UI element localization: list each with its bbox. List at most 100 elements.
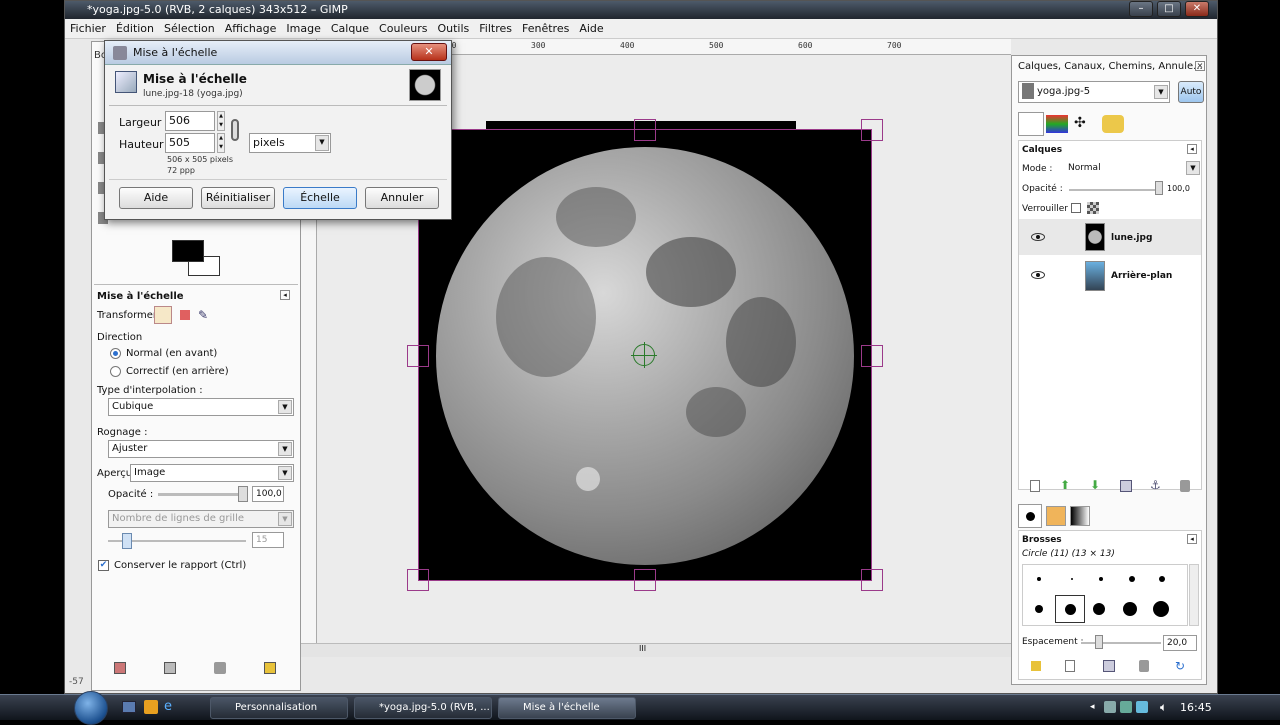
layer-opacity-value[interactable]: 100,0	[1167, 184, 1190, 193]
refresh-icon[interactable]: ↻	[1175, 659, 1185, 673]
transform-layer-icon[interactable]	[154, 306, 172, 324]
new-brush-icon[interactable]	[1065, 660, 1075, 672]
tray-icon[interactable]	[1136, 701, 1148, 713]
visibility-eye-icon[interactable]	[1031, 233, 1045, 241]
duplicate-brush-icon[interactable]	[1103, 660, 1115, 672]
image-select[interactable]: yoga.jpg-5 ▼	[1018, 81, 1170, 103]
edge-handle[interactable]	[634, 569, 656, 591]
dialog-titlebar[interactable]: Mise à l'échelle	[105, 41, 451, 65]
menu-item[interactable]: Couleurs	[374, 19, 432, 39]
spacing-slider-thumb[interactable]	[1095, 635, 1104, 649]
tray-expand-icon[interactable]: ◂	[1090, 702, 1095, 712]
corner-handle[interactable]	[861, 569, 883, 591]
layer-row[interactable]: lune.jpg	[1019, 219, 1201, 255]
panel-menu-icon[interactable]: ◂	[1187, 144, 1197, 154]
lock-alpha-icon[interactable]	[1087, 202, 1099, 214]
brush-icon[interactable]	[1093, 603, 1105, 615]
reset-button[interactable]: Réinitialiser	[201, 187, 275, 209]
anchor-icon[interactable]: ⚓	[1150, 478, 1161, 492]
taskbar-item-active[interactable]: Mise à l'échelle	[498, 697, 636, 719]
selected-brush[interactable]	[1055, 595, 1085, 623]
tab-brushes[interactable]	[1018, 504, 1042, 528]
height-spinner[interactable]: ▲ ▼	[217, 133, 225, 153]
keep-ratio-checkbox[interactable]: ✔	[98, 560, 109, 571]
foreground-color-swatch[interactable]	[172, 240, 204, 262]
panel-menu-icon[interactable]: ◂	[280, 290, 290, 300]
direction-normal-radio[interactable]	[110, 348, 121, 359]
height-input[interactable]: 505	[165, 133, 215, 153]
volume-icon[interactable]: 🔈︎	[1160, 700, 1167, 715]
clipping-select[interactable]: Ajuster ▼	[108, 440, 294, 458]
panel-menu-icon[interactable]: ◂	[1187, 534, 1197, 544]
menu-item[interactable]: Outils	[432, 19, 474, 39]
menu-item[interactable]: Fichier	[65, 19, 111, 39]
menu-item[interactable]: Filtres	[474, 19, 517, 39]
edge-handle[interactable]	[634, 119, 656, 141]
mode-select[interactable]: Normal ▼	[1065, 160, 1201, 178]
interpolation-select[interactable]: Cubique ▼	[108, 398, 294, 416]
delete-layer-icon[interactable]	[1180, 480, 1190, 492]
spacing-input[interactable]: 20,0	[1163, 635, 1197, 651]
help-button[interactable]: Aide	[119, 187, 193, 209]
menu-item[interactable]: Calque	[326, 19, 374, 39]
tab-layers[interactable]	[1018, 112, 1044, 136]
brush-icon[interactable]	[1099, 577, 1103, 581]
center-handle[interactable]	[631, 342, 657, 368]
transform-selection-icon[interactable]	[180, 310, 190, 320]
tab-undo[interactable]	[1102, 115, 1124, 133]
show-desktop-icon[interactable]	[122, 701, 136, 713]
brush-icon[interactable]	[1071, 578, 1073, 580]
new-layer-icon[interactable]	[1030, 480, 1040, 492]
opacity-input[interactable]: 100,0	[252, 486, 284, 502]
delete-brush-icon[interactable]	[1139, 660, 1149, 672]
brush-grid[interactable]	[1022, 564, 1188, 626]
clock[interactable]: 16:45	[1180, 701, 1212, 714]
close-icon[interactable]: ×	[1195, 61, 1205, 71]
menu-item[interactable]: Édition	[111, 19, 159, 39]
direction-corrective-radio[interactable]	[110, 366, 121, 377]
taskbar-item[interactable]: *yoga.jpg-5.0 (RVB, ...	[354, 697, 492, 719]
minimize-button[interactable]: –	[1129, 1, 1153, 17]
delete-options-icon[interactable]	[214, 662, 226, 674]
tab-paths[interactable]: ✣	[1074, 115, 1096, 133]
brush-icon[interactable]	[1037, 577, 1041, 581]
layer-name[interactable]: lune.jpg	[1111, 233, 1152, 243]
brush-icon[interactable]	[1035, 605, 1043, 613]
width-input[interactable]: 506	[165, 111, 215, 131]
opacity-slider-track[interactable]	[158, 493, 246, 496]
grid-slider-thumb[interactable]	[122, 533, 132, 549]
brush-icon[interactable]	[1129, 576, 1135, 582]
layer-opacity-thumb[interactable]	[1155, 181, 1163, 195]
layer-name[interactable]: Arrière-plan	[1111, 271, 1172, 281]
menu-item[interactable]: Affichage	[220, 19, 282, 39]
visibility-eye-icon[interactable]	[1031, 271, 1045, 279]
auto-button[interactable]: Auto	[1178, 81, 1204, 103]
unit-select[interactable]: pixels ▼	[249, 133, 331, 153]
cancel-button[interactable]: Annuler	[365, 187, 439, 209]
lock-checkbox[interactable]	[1071, 203, 1081, 213]
spacing-slider-track[interactable]	[1081, 642, 1161, 644]
corner-handle[interactable]	[407, 569, 429, 591]
menu-item[interactable]: Sélection	[159, 19, 220, 39]
grid-select[interactable]: Nombre de lignes de grille ▼	[108, 510, 294, 528]
reset-options-icon[interactable]	[264, 662, 276, 674]
edge-handle[interactable]	[861, 345, 883, 367]
transform-path-icon[interactable]: ✎	[198, 308, 212, 322]
lower-layer-icon[interactable]: ⬇	[1090, 478, 1100, 492]
restore-options-icon[interactable]	[164, 662, 176, 674]
fg-bg-colors[interactable]	[172, 240, 220, 278]
dialog-close-button[interactable]: ✕	[411, 43, 447, 61]
tray-icon[interactable]	[1120, 701, 1132, 713]
tab-channels[interactable]	[1046, 115, 1068, 133]
duplicate-layer-icon[interactable]	[1120, 480, 1132, 492]
tab-gradients[interactable]	[1070, 506, 1090, 526]
menu-item[interactable]: Aide	[574, 19, 608, 39]
brush-scrollbar[interactable]	[1189, 564, 1199, 626]
width-spinner[interactable]: ▲ ▼	[217, 111, 225, 131]
taskbar-item[interactable]: Personnalisation	[210, 697, 348, 719]
network-icon[interactable]	[1104, 701, 1116, 713]
brush-icon[interactable]	[1123, 602, 1137, 616]
menu-item[interactable]: Image	[281, 19, 325, 39]
preview-select[interactable]: Image ▼	[130, 464, 294, 482]
scroll-marker[interactable]: III	[639, 644, 646, 653]
